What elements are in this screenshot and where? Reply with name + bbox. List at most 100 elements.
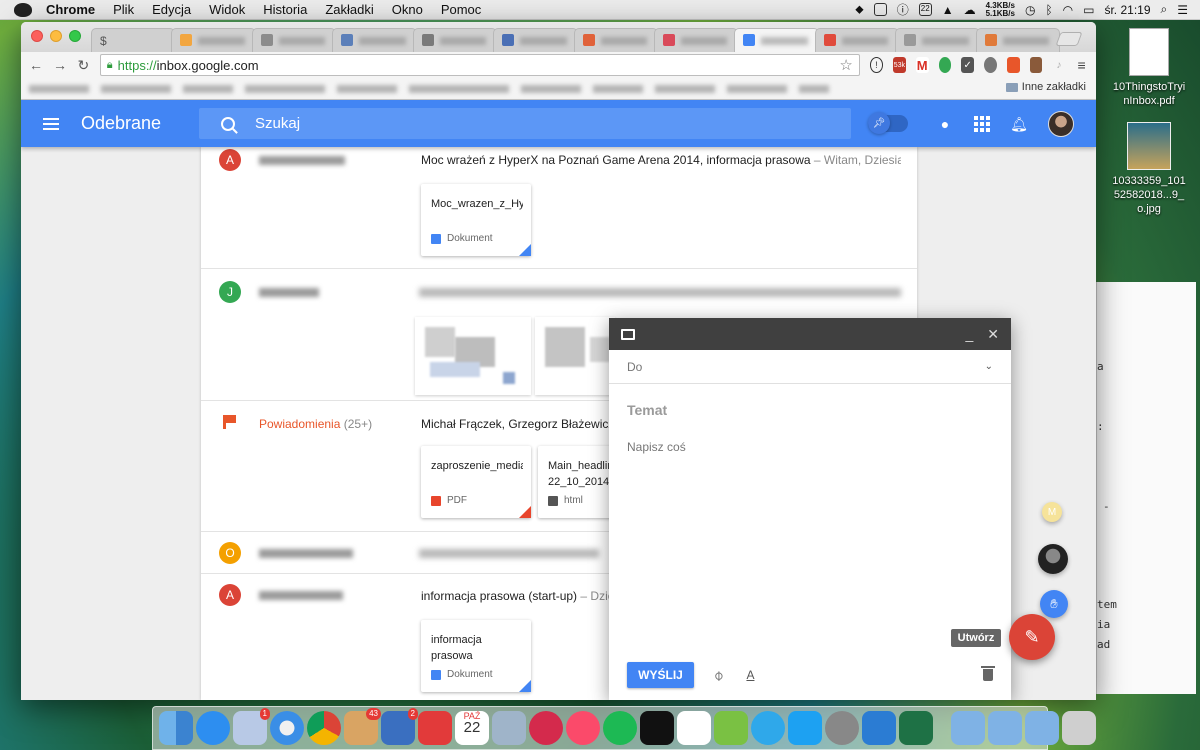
downloads-folder-icon[interactable] — [988, 711, 1022, 745]
bookmark-blurred[interactable] — [409, 85, 509, 93]
bookmark-blurred[interactable] — [101, 85, 171, 93]
browser-tab[interactable] — [332, 28, 417, 52]
notifications-bell-icon[interactable]: 🔔︎ — [1010, 116, 1028, 132]
menu-historia[interactable]: Historia — [263, 2, 307, 17]
contact-avatar-fab[interactable] — [1038, 544, 1068, 574]
gmail-checker-icon[interactable]: M — [915, 57, 929, 73]
twitter-icon[interactable] — [788, 711, 822, 745]
reminder-fab[interactable]: M — [1042, 502, 1062, 522]
attachment-card[interactable]: informacja prasowa Dokument — [421, 620, 531, 692]
bookmark-blurred[interactable] — [29, 85, 89, 93]
browser-tab[interactable] — [412, 28, 498, 52]
minimize-window-button[interactable] — [50, 30, 62, 42]
other-bookmarks-folder[interactable]: Inne zakładki — [1005, 81, 1086, 93]
wunderlist-icon[interactable] — [418, 711, 452, 745]
bookmark-star-icon[interactable]: ☆ — [839, 56, 852, 74]
excel-icon[interactable] — [899, 711, 933, 745]
menu-widok[interactable]: Widok — [209, 2, 245, 17]
chevron-down-icon[interactable]: ⌄ — [985, 361, 993, 372]
sonos-icon[interactable] — [640, 711, 674, 745]
package-icon[interactable]: 43 — [344, 708, 381, 745]
wifi-icon[interactable]: ◠ — [1063, 3, 1073, 17]
attachment-card[interactable]: Moc_wrazen_z_Hy Dokument — [421, 184, 531, 256]
cloud-icon[interactable]: ☁ — [964, 3, 976, 17]
itunes-icon[interactable] — [566, 711, 600, 745]
preview-icon[interactable]: 1 — [233, 708, 270, 745]
pocket-icon[interactable]: ✓ — [961, 57, 975, 73]
word-icon[interactable] — [862, 711, 896, 745]
minimize-icon[interactable]: _ — [965, 326, 973, 343]
reminder-hand-icon[interactable]: ✋︎ — [1040, 590, 1068, 618]
messages-icon[interactable] — [751, 711, 785, 745]
menu-okno[interactable]: Okno — [392, 2, 423, 17]
battery-icon[interactable]: ▭ — [1083, 3, 1094, 17]
dropbox-icon[interactable]: ⬥ — [855, 2, 863, 17]
send-button[interactable]: WYŚLIJ — [627, 662, 694, 688]
reload-icon[interactable]: ↻ — [77, 57, 90, 74]
ext-info-icon[interactable]: ! — [869, 57, 883, 73]
bookmark-blurred[interactable] — [183, 85, 233, 93]
apps-grid-icon[interactable] — [974, 116, 990, 132]
close-icon[interactable]: ✕ — [987, 326, 999, 343]
applications-folder-icon[interactable] — [951, 711, 985, 745]
photo-browser-icon[interactable] — [492, 711, 526, 745]
account-avatar[interactable] — [1048, 111, 1074, 137]
system-preferences-icon[interactable] — [825, 711, 859, 745]
menu-edycja[interactable]: Edycja — [152, 2, 191, 17]
browser-tab[interactable]: $ — [91, 28, 176, 52]
clock[interactable]: śr. 21:19 — [1104, 3, 1150, 17]
bookmark-blurred[interactable] — [593, 85, 643, 93]
apple-menu-icon[interactable] — [14, 2, 32, 17]
bookmark-blurred[interactable] — [337, 85, 397, 93]
time-machine-icon[interactable]: ◷ — [1025, 3, 1035, 17]
tray-app-icon[interactable] — [873, 3, 887, 16]
menu-plik[interactable]: Plik — [113, 2, 134, 17]
forward-icon[interactable]: → — [53, 57, 67, 73]
browser-tab[interactable] — [814, 28, 900, 52]
instagram-icon[interactable] — [1029, 57, 1043, 73]
bluetooth-icon[interactable]: ᛒ — [1045, 3, 1052, 17]
subject-field[interactable]: Temat — [609, 384, 1011, 418]
zoom-window-button[interactable] — [69, 30, 81, 42]
paperclip-icon[interactable]: ⌀ — [709, 666, 727, 684]
browser-tab[interactable] — [895, 28, 980, 52]
tasks-icon[interactable]: 2 — [381, 708, 418, 745]
attachment-card[interactable]: zaproszenie_media PDF — [421, 446, 531, 518]
menu-pomoc[interactable]: Pomoc — [441, 2, 481, 17]
extension-icon[interactable] — [1006, 57, 1020, 73]
browser-tab[interactable] — [975, 28, 1061, 52]
close-window-button[interactable] — [31, 30, 43, 42]
finder-icon[interactable] — [159, 711, 193, 745]
bookmark-blurred[interactable] — [655, 85, 715, 93]
documents-folder-icon[interactable] — [1025, 711, 1059, 745]
calendar-icon[interactable]: PAŹ 22 — [455, 711, 489, 745]
image-attachment-thumbnail[interactable] — [415, 317, 531, 395]
pinned-toggle[interactable]: 📌︎ — [868, 112, 908, 134]
lips-app-icon[interactable] — [529, 711, 563, 745]
browser-tab[interactable] — [251, 28, 337, 52]
menu-zakladki[interactable]: Zakładki — [325, 2, 373, 17]
safari-icon[interactable] — [270, 711, 304, 745]
bookmark-blurred[interactable] — [799, 85, 829, 93]
writer-app-icon[interactable] — [677, 711, 711, 745]
bookmark-blurred[interactable] — [727, 85, 787, 93]
browser-tab-active[interactable] — [734, 28, 819, 52]
bell-extension-icon[interactable]: ♪ — [1052, 57, 1065, 73]
hamburger-menu-icon[interactable] — [43, 115, 59, 133]
compose-fab[interactable]: ✎ — [1009, 614, 1055, 660]
address-bar[interactable]: 🔒︎ https:// inbox.google.com ☆ — [99, 54, 860, 76]
search-input[interactable]: Szukaj — [255, 115, 300, 132]
extension-icon[interactable] — [984, 57, 997, 73]
browser-tab[interactable] — [493, 28, 578, 52]
trash-bin-icon[interactable] — [1062, 711, 1096, 745]
search-bar[interactable]: Szukaj — [199, 108, 851, 139]
chrome-menu-icon[interactable]: ≡ — [1075, 57, 1088, 73]
to-field[interactable]: Do ⌄ — [609, 350, 1011, 384]
spotlight-icon[interactable]: ⌕ — [1161, 2, 1168, 17]
app-store-icon[interactable] — [196, 711, 230, 745]
message-row[interactable]: A Moc wrażeń z HyperX na Poznań Game Are… — [201, 144, 917, 269]
calendar-tray-icon[interactable]: 22 — [918, 3, 932, 16]
browser-tab[interactable] — [653, 28, 739, 52]
new-tab-button[interactable] — [1055, 32, 1083, 46]
chrome-icon[interactable] — [307, 711, 341, 745]
